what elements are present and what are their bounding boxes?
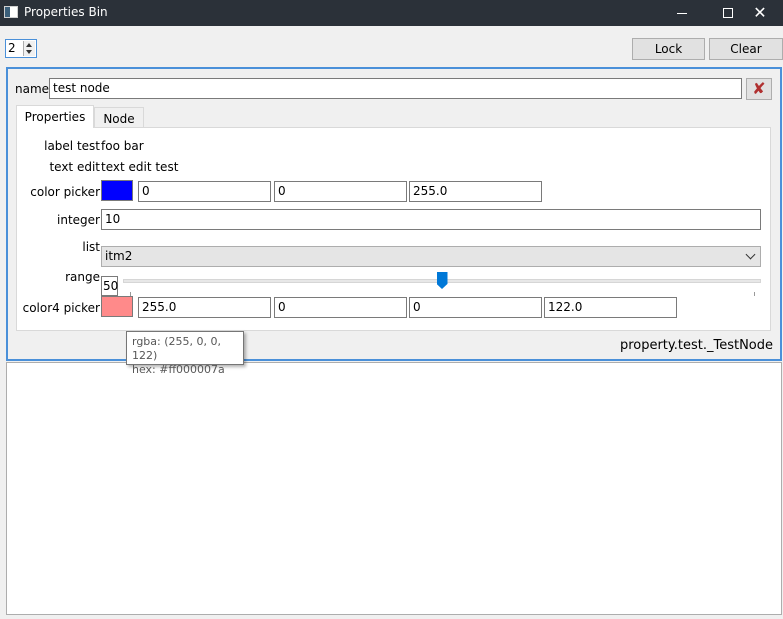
- lock-button[interactable]: Lock: [632, 38, 705, 60]
- tab-properties[interactable]: Properties: [16, 105, 94, 128]
- color-picker-label: color picker: [30, 185, 100, 199]
- color4-picker-g-field[interactable]: 0: [274, 297, 407, 318]
- text-edit-label: text edit: [49, 160, 100, 174]
- integer-field[interactable]: 10: [101, 209, 761, 230]
- clear-button[interactable]: Clear: [709, 38, 783, 60]
- minimize-icon: [677, 12, 687, 14]
- spinbox-buttons[interactable]: [23, 41, 35, 56]
- slider-tick-max: [754, 292, 755, 296]
- color-picker-b-field[interactable]: 255.0: [409, 181, 542, 202]
- spin-down-icon[interactable]: [26, 50, 32, 54]
- list-selected-value: itm2: [105, 249, 133, 263]
- tab-node[interactable]: Node: [94, 107, 144, 129]
- name-input[interactable]: test node: [49, 78, 742, 99]
- red-x-icon: ✘: [752, 79, 766, 98]
- label-test-value: foo bar: [101, 139, 144, 153]
- label-test-label: label test: [44, 139, 100, 153]
- app-icon: [4, 6, 18, 18]
- color-picker-g-field[interactable]: 0: [274, 181, 407, 202]
- chevron-down-icon: [745, 249, 756, 260]
- node-properties-panel: name test node ✘ Properties Node label t…: [6, 67, 782, 361]
- integer-label: integer: [57, 213, 100, 227]
- remove-node-button[interactable]: ✘: [746, 78, 772, 100]
- color4-picker-b-field[interactable]: 0: [409, 297, 542, 318]
- properties-tab-content: label test foo bar text edit text edit t…: [16, 127, 771, 331]
- close-icon: ✕: [753, 3, 767, 22]
- color4-picker-a-field[interactable]: 122.0: [544, 297, 677, 318]
- spin-up-icon[interactable]: [26, 43, 32, 47]
- node-type-label: property.test._TestNode: [619, 338, 773, 353]
- text-edit-value[interactable]: text edit test: [101, 160, 178, 174]
- spinbox-value[interactable]: 2: [8, 41, 16, 56]
- color-picker-r-field[interactable]: 0: [138, 181, 271, 202]
- minimize-button[interactable]: [659, 0, 705, 26]
- tooltip-rgba: rgba: (255, 0, 0, 122): [132, 335, 222, 362]
- range-slider-handle[interactable]: [436, 272, 448, 289]
- close-button[interactable]: ✕: [737, 0, 783, 26]
- maximize-icon: [723, 8, 733, 18]
- name-label: name: [15, 82, 50, 96]
- tooltip-hex: hex: #ff000007a: [132, 363, 225, 376]
- range-value-field[interactable]: 50: [101, 276, 118, 296]
- list-combobox[interactable]: itm2: [101, 246, 761, 267]
- color4-picker-swatch[interactable]: [101, 296, 133, 317]
- list-label: list: [82, 240, 100, 254]
- title-bar: Properties Bin ✕: [0, 0, 783, 26]
- color4-picker-r-field[interactable]: 255.0: [138, 297, 271, 318]
- color4-picker-label: color4 picker: [22, 301, 100, 315]
- window-title: Properties Bin: [24, 5, 108, 19]
- properties-bin-list-area[interactable]: [6, 362, 782, 615]
- color-tooltip: rgba: (255, 0, 0, 122) hex: #ff000007a: [126, 331, 244, 376]
- range-label: range: [65, 270, 100, 284]
- node-count-spinbox[interactable]: 2: [5, 39, 37, 58]
- color-picker-swatch[interactable]: [101, 180, 133, 201]
